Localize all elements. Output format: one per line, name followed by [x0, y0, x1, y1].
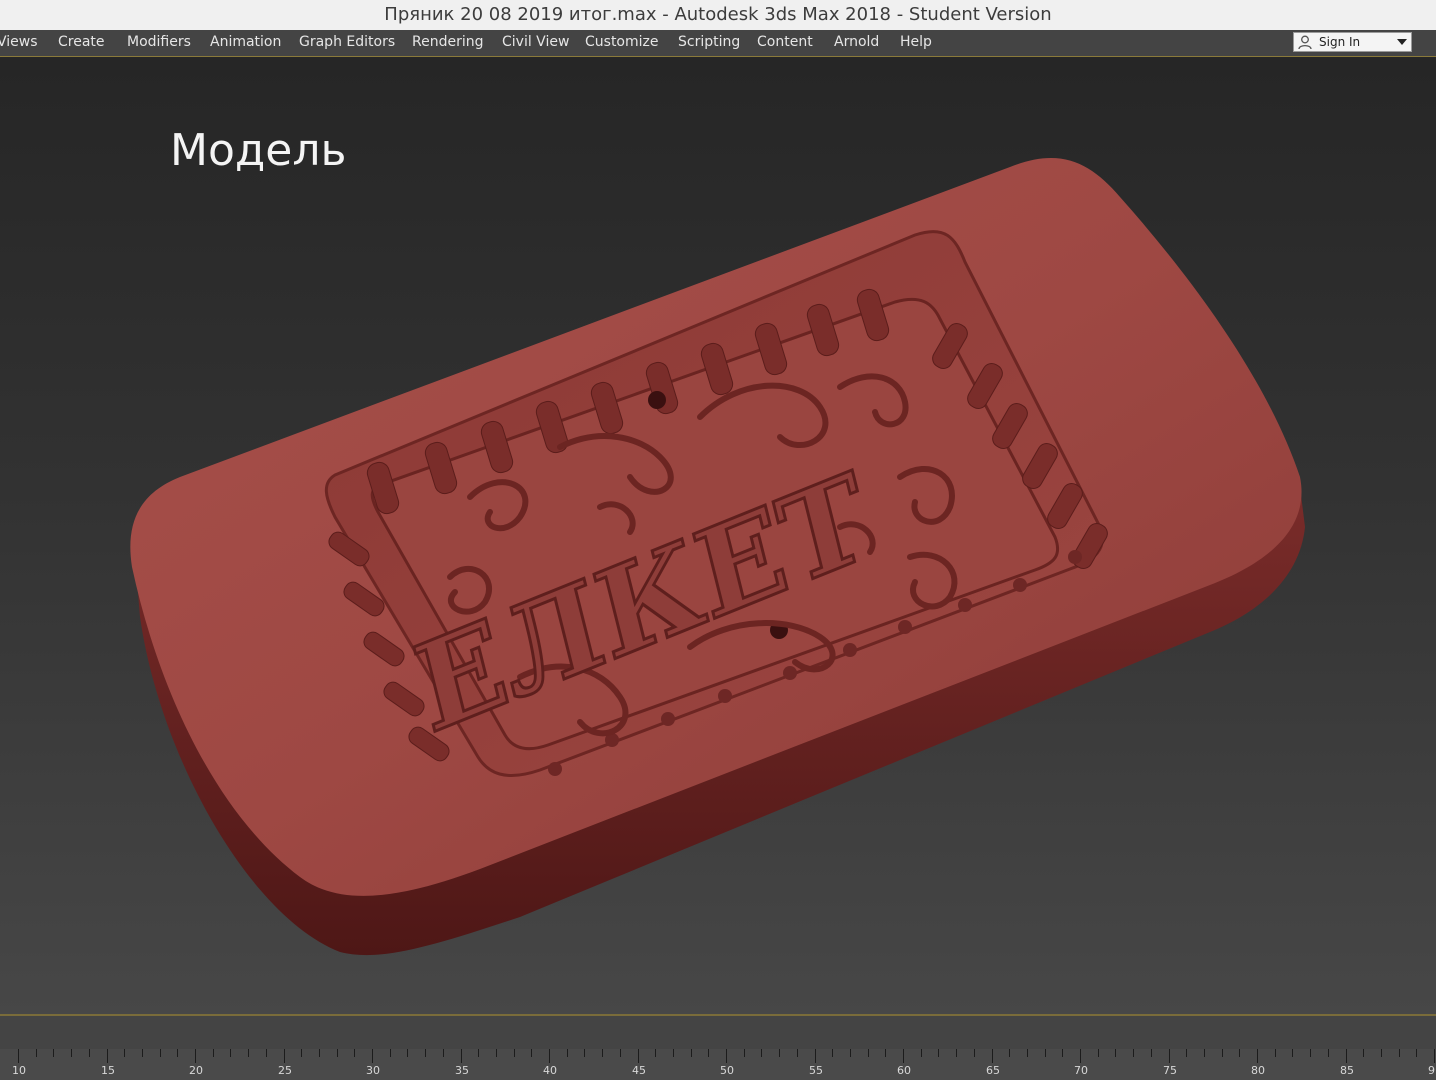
- tick-label: 9: [1428, 1064, 1435, 1077]
- tick-label: 40: [543, 1064, 557, 1077]
- menu-content[interactable]: Content: [757, 30, 813, 56]
- user-icon: [1298, 35, 1312, 50]
- tick-label: 35: [455, 1064, 469, 1077]
- window-title: Пряник 20 08 2019 итог.max - Autodesk 3d…: [0, 0, 1436, 30]
- tick-label: 25: [278, 1064, 292, 1077]
- tick-label: 80: [1251, 1064, 1265, 1077]
- tick-label: 60: [897, 1064, 911, 1077]
- tick-label: 75: [1163, 1064, 1177, 1077]
- tick-label: 10: [12, 1064, 26, 1077]
- lower-panel: [0, 1016, 1436, 1049]
- menu-customize[interactable]: Customize: [585, 30, 659, 56]
- time-slider-track[interactable]: 10 15 20 25 30 35 40 45 50 55 60 65 70 7…: [0, 1049, 1436, 1080]
- menu-bar: Views Create Modifiers Animation Graph E…: [0, 30, 1436, 57]
- chevron-down-icon: [1397, 39, 1407, 45]
- menu-scripting[interactable]: Scripting: [678, 30, 740, 56]
- tick-label: 45: [632, 1064, 646, 1077]
- menu-views[interactable]: Views: [0, 30, 38, 56]
- tick-label: 20: [189, 1064, 203, 1077]
- menu-civil-view[interactable]: Civil View: [502, 30, 569, 56]
- sign-in-dropdown[interactable]: Sign In: [1293, 32, 1412, 52]
- menu-create[interactable]: Create: [58, 30, 105, 56]
- menu-arnold[interactable]: Arnold: [834, 30, 879, 56]
- menu-animation[interactable]: Animation: [210, 30, 281, 56]
- tick-label: 85: [1340, 1064, 1354, 1077]
- perspective-viewport[interactable]: Модель ЕЛКЕТ: [0, 57, 1436, 1014]
- tick-label: 65: [986, 1064, 1000, 1077]
- tick-label: 70: [1074, 1064, 1088, 1077]
- menu-modifiers[interactable]: Modifiers: [127, 30, 191, 56]
- sign-in-label: Sign In: [1319, 35, 1361, 49]
- timeline-ruler: [18, 1049, 1435, 1063]
- tick-label: 30: [366, 1064, 380, 1077]
- tick-label: 15: [101, 1064, 115, 1077]
- menu-graph-editors[interactable]: Graph Editors: [299, 30, 395, 56]
- tick-label: 50: [720, 1064, 734, 1077]
- tick-label: 55: [809, 1064, 823, 1077]
- menu-help[interactable]: Help: [900, 30, 932, 56]
- biscuit-model[interactable]: ЕЛКЕТ: [0, 57, 1436, 1014]
- menu-rendering[interactable]: Rendering: [412, 30, 484, 56]
